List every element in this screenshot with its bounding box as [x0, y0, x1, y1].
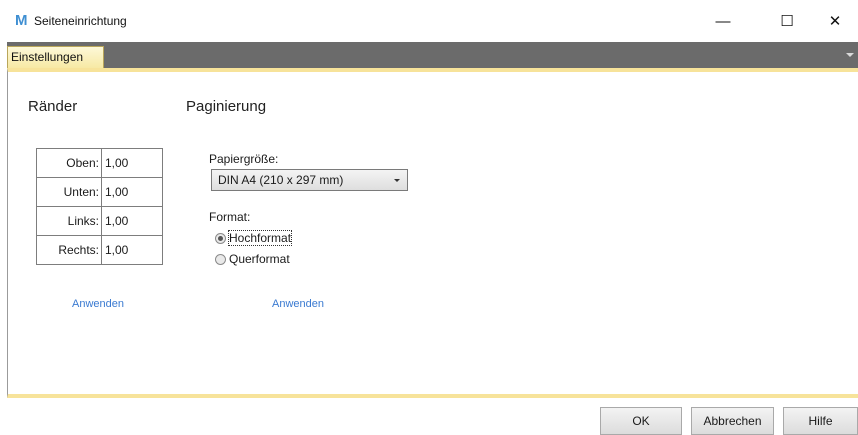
app-logo-icon: M: [15, 12, 28, 29]
margin-row-top: Oben: 1,00: [36, 148, 163, 178]
minimize-icon: —: [715, 12, 731, 30]
apply-pagination-link[interactable]: Anwenden: [272, 298, 324, 310]
margin-row-right: Rechts: 1,00: [36, 235, 163, 265]
minimize-button[interactable]: —: [700, 0, 746, 42]
margin-label-bottom: Unten:: [36, 177, 102, 207]
margins-table: Oben: 1,00 Unten: 1,00 Links: 1,00 Recht…: [36, 148, 163, 265]
margin-row-bottom: Unten: 1,00: [36, 177, 163, 207]
paper-size-label: Papiergröße:: [209, 152, 279, 166]
margin-label-top: Oben:: [36, 148, 102, 178]
tab-einstellungen[interactable]: Einstellungen: [7, 46, 104, 68]
chevron-down-icon[interactable]: [846, 53, 854, 57]
apply-margins-link[interactable]: Anwenden: [72, 298, 124, 310]
radio-landscape[interactable]: Querformat: [215, 252, 290, 266]
paper-size-value: DIN A4 (210 x 297 mm): [218, 173, 344, 187]
margin-top-input[interactable]: 1,00: [101, 148, 163, 178]
margin-label-left: Links:: [36, 206, 102, 236]
margin-row-left: Links: 1,00: [36, 206, 163, 236]
portrait-label: Hochformat: [227, 230, 293, 246]
radio-portrait[interactable]: Hochformat: [215, 230, 293, 246]
dropdown-arrow-icon: [394, 179, 400, 182]
tab-strip: Einstellungen: [7, 42, 858, 68]
margin-label-right: Rechts:: [36, 235, 102, 265]
close-icon: ✕: [828, 13, 842, 30]
margin-right-input[interactable]: 1,00: [101, 235, 163, 265]
maximize-button[interactable]: ☐: [764, 0, 810, 42]
margin-bottom-input[interactable]: 1,00: [101, 177, 163, 207]
help-button[interactable]: Hilfe: [783, 407, 858, 435]
landscape-label: Querformat: [229, 252, 290, 266]
settings-panel: Ränder Paginierung Oben: 1,00 Unten: 1,0…: [7, 68, 858, 398]
radio-button-checked-icon[interactable]: [215, 232, 226, 244]
maximize-icon: ☐: [780, 13, 794, 30]
radio-button-icon[interactable]: [215, 253, 226, 265]
margins-heading: Ränder: [28, 98, 78, 115]
close-button[interactable]: ✕: [812, 0, 858, 42]
pagination-heading: Paginierung: [186, 98, 267, 115]
ok-button[interactable]: OK: [600, 407, 682, 435]
title-bar: M Seiteneinrichtung — ☐ ✕: [0, 0, 858, 42]
format-label: Format:: [209, 210, 251, 224]
window-title: Seiteneinrichtung: [34, 14, 127, 28]
margin-left-input[interactable]: 1,00: [101, 206, 163, 236]
paper-size-select[interactable]: DIN A4 (210 x 297 mm): [211, 169, 408, 191]
cancel-button[interactable]: Abbrechen: [691, 407, 774, 435]
